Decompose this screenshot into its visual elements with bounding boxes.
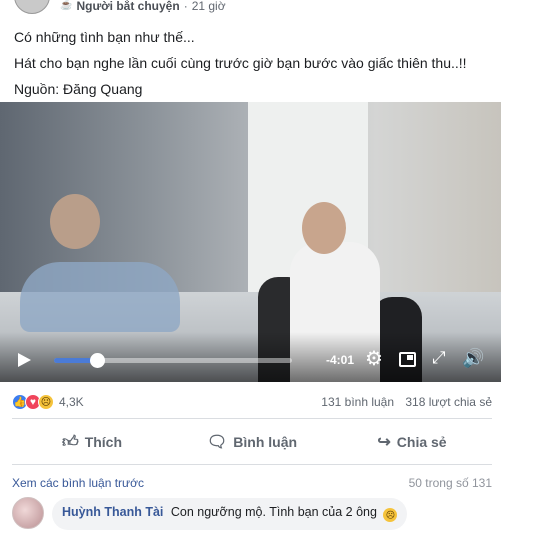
volume-icon[interactable]: 🔊 — [462, 347, 484, 369]
share-count[interactable]: 318 lượt chia sẻ — [405, 395, 492, 409]
post-meta: ☕ Người bắt chuyện · 21 giờ — [60, 0, 226, 12]
post-time[interactable]: 21 giờ — [192, 0, 226, 12]
comment-item: Huỳnh Thanh Tài Con ngưỡng mộ. Tình bạn … — [12, 497, 492, 531]
gear-icon[interactable]: ⚙ — [365, 349, 383, 369]
author-badge: Người bắt chuyện — [76, 0, 180, 13]
share-button[interactable]: ↪ Chia sẻ — [332, 424, 492, 460]
comments-header: Xem các bình luận trước 50 trong số 131 — [12, 476, 492, 490]
engagement-counts: 131 bình luận 318 lượt chia sẻ — [313, 395, 492, 409]
like-label: Thích — [84, 434, 123, 450]
post-actions: 👍︎ Thích 🗨 Bình luận ↪ Chia sẻ — [12, 424, 492, 460]
post-stats: 👍 ♥ ☹ 4,3K 131 bình luận 318 lượt chia s… — [12, 392, 492, 414]
comments-pager: 50 trong số 131 — [408, 476, 492, 490]
worried-emoji-icon: ☹ — [383, 508, 398, 522]
reaction-count: 4,3K — [59, 395, 84, 409]
share-label: Chia sẻ — [396, 434, 447, 450]
comment-bubble: Huỳnh Thanh Tài Con ngưỡng mộ. Tình bạn … — [52, 498, 408, 530]
comment-author[interactable]: Huỳnh Thanh Tài — [62, 505, 163, 519]
comment-label: Bình luận — [233, 434, 298, 450]
comment-text: Con ngưỡng mộ. Tình bạn của 2 ông — [170, 505, 377, 519]
time-remaining: -4:01 — [326, 353, 355, 367]
progress-bar[interactable] — [54, 353, 292, 368]
sad-reaction-icon: ☹ — [38, 394, 54, 410]
play-icon[interactable] — [18, 353, 31, 367]
divider — [12, 464, 492, 465]
page-avatar[interactable] — [14, 0, 50, 14]
fullscreen-icon[interactable]: ⤢ — [432, 348, 446, 368]
post-line: Nguồn: Đăng Quang — [14, 81, 143, 97]
comment-button[interactable]: 🗨 Bình luận — [172, 424, 332, 460]
pip-icon[interactable] — [399, 352, 416, 367]
post-line: Hát cho bạn nghe lần cuối cùng trước giờ… — [14, 55, 467, 71]
like-button[interactable]: 👍︎ Thích — [12, 424, 172, 460]
like-icon: 👍︎ — [61, 433, 79, 451]
video-player[interactable]: -4:01 ⚙ ⤢ 🔊 — [0, 102, 501, 382]
post-line: Có những tình bạn như thế... — [14, 29, 195, 45]
conversation-starter-icon: ☕ — [60, 0, 73, 11]
post-header: ☕ Người bắt chuyện · 21 giờ — [0, 0, 500, 14]
divider — [12, 418, 492, 419]
share-icon: ↪ — [377, 434, 391, 451]
view-previous-comments-link[interactable]: Xem các bình luận trước — [12, 476, 144, 490]
progress-handle[interactable] — [89, 353, 105, 368]
meta-separator: · — [183, 0, 188, 13]
comment-icon: 🗨 — [206, 434, 228, 451]
video-controls: -4:01 ⚙ ⤢ 🔊 — [0, 344, 501, 374]
video-frame-patient — [20, 262, 180, 332]
video-frame-singer-head — [302, 202, 346, 254]
avatar[interactable] — [12, 497, 44, 529]
reactions-summary[interactable]: 👍 ♥ ☹ 4,3K — [12, 394, 84, 410]
post-text: Có những tình bạn như thế... Hát cho bạn… — [14, 24, 494, 102]
video-frame-patient-head — [50, 194, 100, 249]
comment-count[interactable]: 131 bình luận — [321, 395, 394, 409]
